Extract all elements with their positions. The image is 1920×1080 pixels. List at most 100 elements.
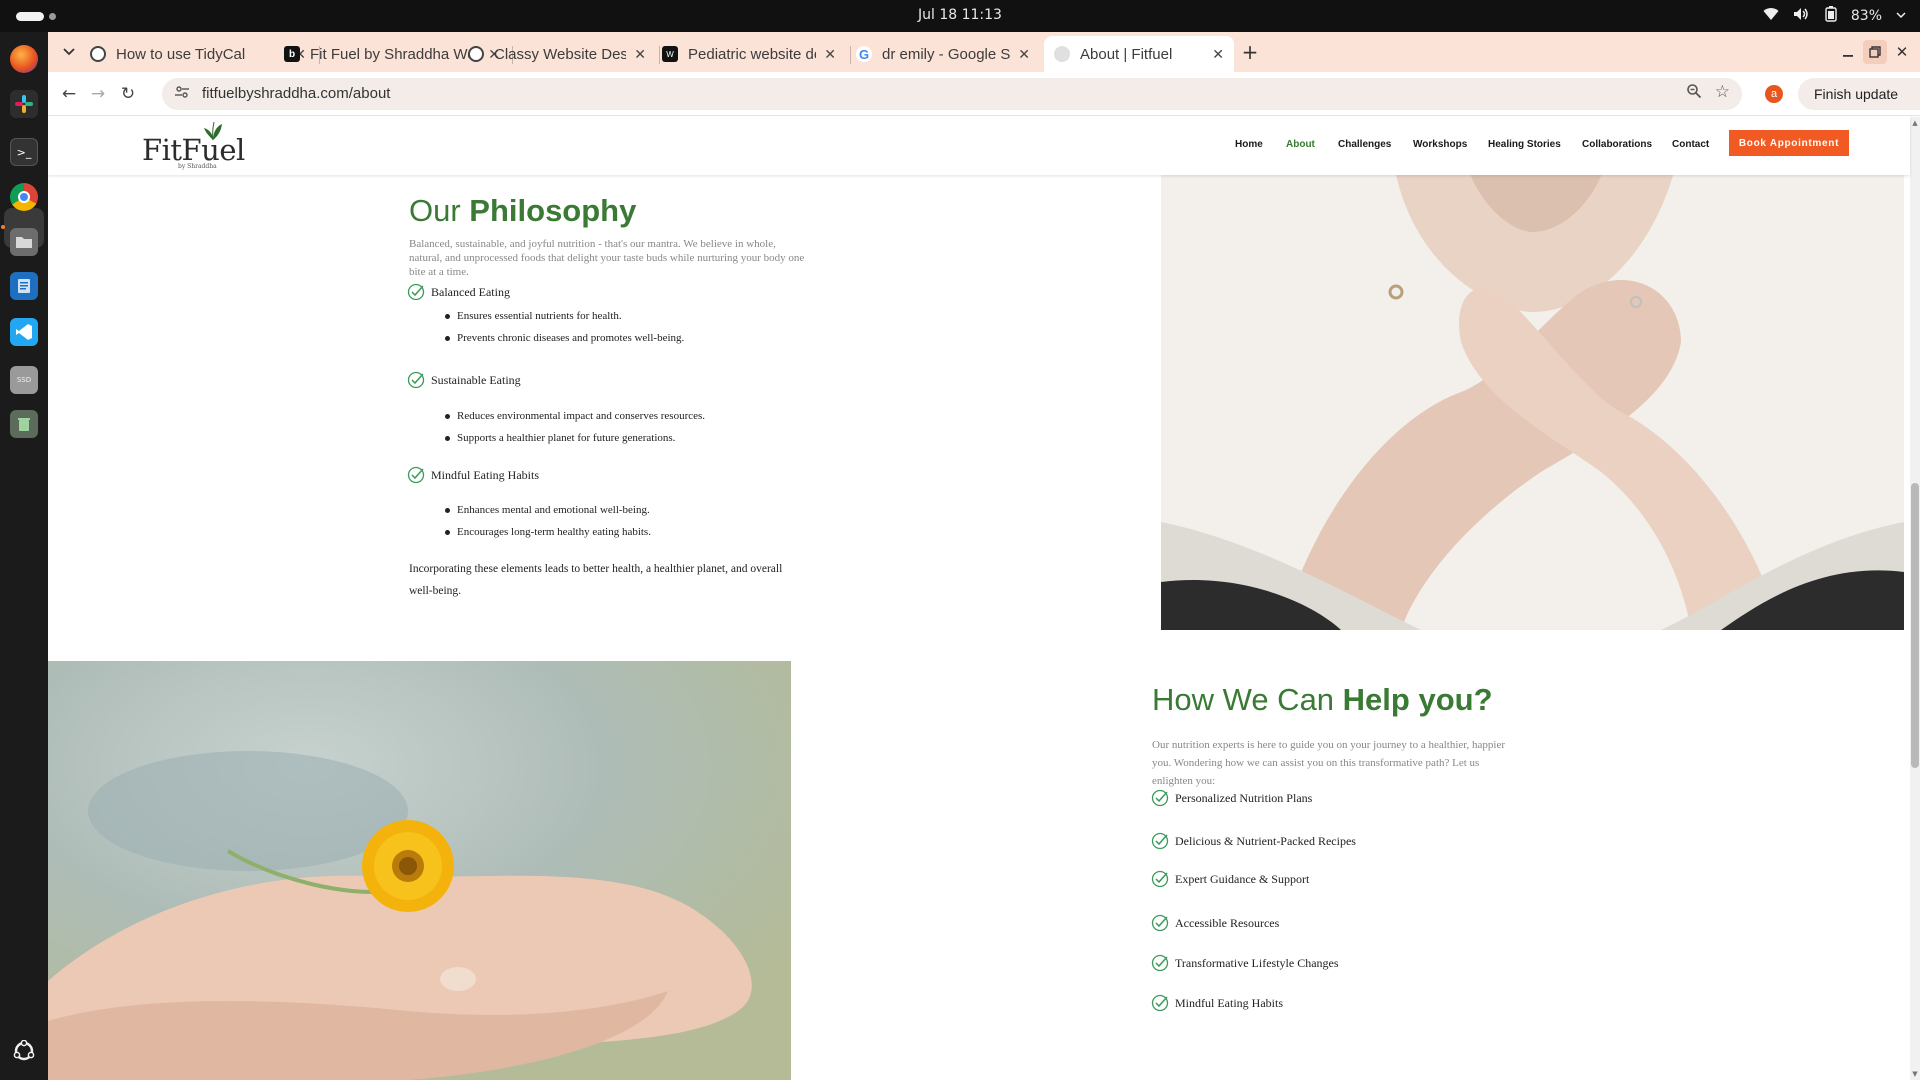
dock-running-indicator xyxy=(1,225,5,229)
check-circle-icon xyxy=(1151,832,1169,850)
philosophy-item-label: Balanced Eating xyxy=(431,284,510,299)
profile-avatar[interactable]: a xyxy=(1765,85,1783,103)
restore-window-button[interactable] xyxy=(1863,40,1887,64)
document-viewer-icon[interactable] xyxy=(10,272,38,300)
disk-drive-icon[interactable]: SSD xyxy=(10,366,38,394)
scroll-down-arrow-icon[interactable]: ▼ xyxy=(1911,1070,1919,1078)
philosophy-title-bold: Philosophy xyxy=(469,193,637,228)
philosophy-title: Our Philosophy xyxy=(409,193,636,229)
site-info-icon[interactable] xyxy=(174,84,190,104)
help-item-label: Personalized Nutrition Plans xyxy=(1175,790,1313,805)
tab-classy-website[interactable]: Classy Website Design Pr ✕ xyxy=(458,36,656,72)
close-window-button[interactable]: ✕ xyxy=(1890,40,1914,64)
browser-tab-strip: How to use TidyCal ✕ b Fit Fuel by Shrad… xyxy=(48,32,1920,72)
tab-title: Pediatric website design xyxy=(688,45,816,63)
tab-google-search[interactable]: G dr emily - Google Search ✕ xyxy=(846,36,1040,72)
show-apps-icon[interactable] xyxy=(10,1037,38,1065)
check-circle-icon xyxy=(407,466,425,484)
power-menu-icon[interactable] xyxy=(1896,8,1906,24)
flower-in-hands-illustration xyxy=(48,661,791,1080)
nav-challenges[interactable]: Challenges xyxy=(1338,139,1391,150)
help-item: Transformative Lifestyle Changes xyxy=(1151,954,1339,972)
vscode-icon[interactable] xyxy=(10,318,38,346)
nav-workshops[interactable]: Workshops xyxy=(1413,139,1467,150)
os-top-bar: Jul 18 11:13 83% xyxy=(0,0,1920,32)
tab-title: Fit Fuel by Shraddha Web xyxy=(310,45,481,63)
forward-arrow-icon[interactable]: → xyxy=(86,82,110,106)
check-circle-icon xyxy=(407,283,425,301)
tab-title: Classy Website Design Pr xyxy=(494,45,627,63)
zoom-icon[interactable] xyxy=(1686,83,1702,103)
finish-update-label: Finish update xyxy=(1814,86,1899,102)
check-circle-icon xyxy=(1151,994,1169,1012)
philosophy-item: Sustainable Eating xyxy=(407,371,521,389)
scrollbar-thumb[interactable] xyxy=(1911,483,1919,768)
close-tab-icon[interactable]: ✕ xyxy=(634,46,646,63)
logo-tagline: by Shraddha xyxy=(178,163,217,170)
new-tab-button[interactable]: + xyxy=(1238,40,1262,64)
browser-toolbar: ← → ↻ fitfuelbyshraddha.com/about ☆ a Fi… xyxy=(48,72,1920,116)
back-arrow-icon[interactable]: ← xyxy=(57,82,81,106)
close-tab-icon[interactable]: ✕ xyxy=(824,46,836,63)
philosophy-bullet: Ensures essential nutrients for health. xyxy=(445,310,622,322)
volume-icon[interactable] xyxy=(1793,7,1811,25)
philosophy-item-label: Sustainable Eating xyxy=(431,372,521,387)
help-item: Personalized Nutrition Plans xyxy=(1151,789,1312,807)
slack-icon[interactable] xyxy=(10,90,38,118)
nav-about[interactable]: About xyxy=(1286,139,1315,150)
help-item-label: Delicious & Nutrient-Packed Recipes xyxy=(1175,833,1356,848)
files-icon[interactable] xyxy=(10,228,38,256)
nav-home[interactable]: Home xyxy=(1235,139,1263,150)
bookmark-star-icon[interactable]: ☆ xyxy=(1715,82,1730,102)
check-circle-icon xyxy=(407,371,425,389)
check-circle-icon xyxy=(1151,954,1169,972)
check-circle-icon xyxy=(1151,870,1169,888)
philosophy-closing: Incorporating these elements leads to be… xyxy=(409,563,783,597)
philosophy-item: Balanced Eating xyxy=(407,283,510,301)
check-circle-icon xyxy=(1151,789,1169,807)
logo-wordmark: FitFuel xyxy=(142,133,245,167)
openai-favicon-icon xyxy=(468,46,484,62)
hands-on-chest-illustration xyxy=(1161,142,1904,630)
battery-icon[interactable] xyxy=(1825,6,1837,26)
help-item-label: Expert Guidance & Support xyxy=(1175,871,1310,886)
tab-pediatric-design[interactable]: W Pediatric website design ✕ xyxy=(652,36,846,72)
philosophy-bullet: Reduces environmental impact and conserv… xyxy=(444,410,706,422)
philosophy-item-label: Mindful Eating Habits xyxy=(431,467,539,482)
terminal-icon[interactable]: >_ xyxy=(10,138,38,166)
clock[interactable]: Jul 18 11:13 xyxy=(0,7,1920,23)
philosophy-bullet: Enhances mental and emotional well-being… xyxy=(445,504,650,516)
minimize-window-button[interactable] xyxy=(1836,40,1860,64)
help-item: Accessible Resources xyxy=(1151,914,1279,932)
page-scrollbar[interactable]: ▲ ▼ xyxy=(1910,117,1920,1080)
nav-contact[interactable]: Contact xyxy=(1672,139,1709,150)
wifi-icon[interactable] xyxy=(1763,7,1779,25)
firefox-icon[interactable] xyxy=(10,45,38,73)
tab-title: How to use TidyCal xyxy=(116,45,246,63)
finish-update-button[interactable]: Finish update ⋮ xyxy=(1798,78,1920,110)
book-appointment-button[interactable]: Book Appointment xyxy=(1729,130,1849,156)
reload-icon[interactable]: ↻ xyxy=(116,82,140,106)
help-title: How We Can Help you? xyxy=(1152,682,1493,718)
close-tab-icon[interactable]: ✕ xyxy=(1212,46,1224,63)
check-circle-icon xyxy=(1151,914,1169,932)
tab-about-fitfuel[interactable]: About | Fitfuel ✕ xyxy=(1044,36,1234,72)
trash-icon[interactable] xyxy=(10,410,38,438)
scroll-up-arrow-icon[interactable]: ▲ xyxy=(1911,119,1919,127)
close-tab-icon[interactable]: ✕ xyxy=(1018,46,1030,63)
openai-favicon-icon xyxy=(90,46,106,62)
tab-search-icon[interactable] xyxy=(57,40,81,64)
url-text[interactable]: fitfuelbyshraddha.com/about xyxy=(202,85,390,102)
philosophy-title-light: Our xyxy=(409,193,470,228)
nav-healing-stories[interactable]: Healing Stories xyxy=(1488,139,1561,150)
battery-percentage: 83% xyxy=(1850,8,1882,24)
chrome-icon[interactable] xyxy=(10,183,38,211)
nav-collaborations[interactable]: Collaborations xyxy=(1582,139,1652,150)
bold-b-favicon-icon: b xyxy=(284,46,300,62)
philosophy-item: Mindful Eating Habits xyxy=(407,466,539,484)
tab-title: About | Fitfuel xyxy=(1080,45,1173,63)
fitfuel-logo[interactable]: FitFuel by Shraddha xyxy=(142,121,245,171)
web-page: FitFuel by Shraddha Home About Challenge… xyxy=(48,117,1920,1080)
system-tray[interactable]: 83% xyxy=(1763,6,1906,26)
address-bar[interactable]: fitfuelbyshraddha.com/about ☆ xyxy=(162,78,1742,110)
